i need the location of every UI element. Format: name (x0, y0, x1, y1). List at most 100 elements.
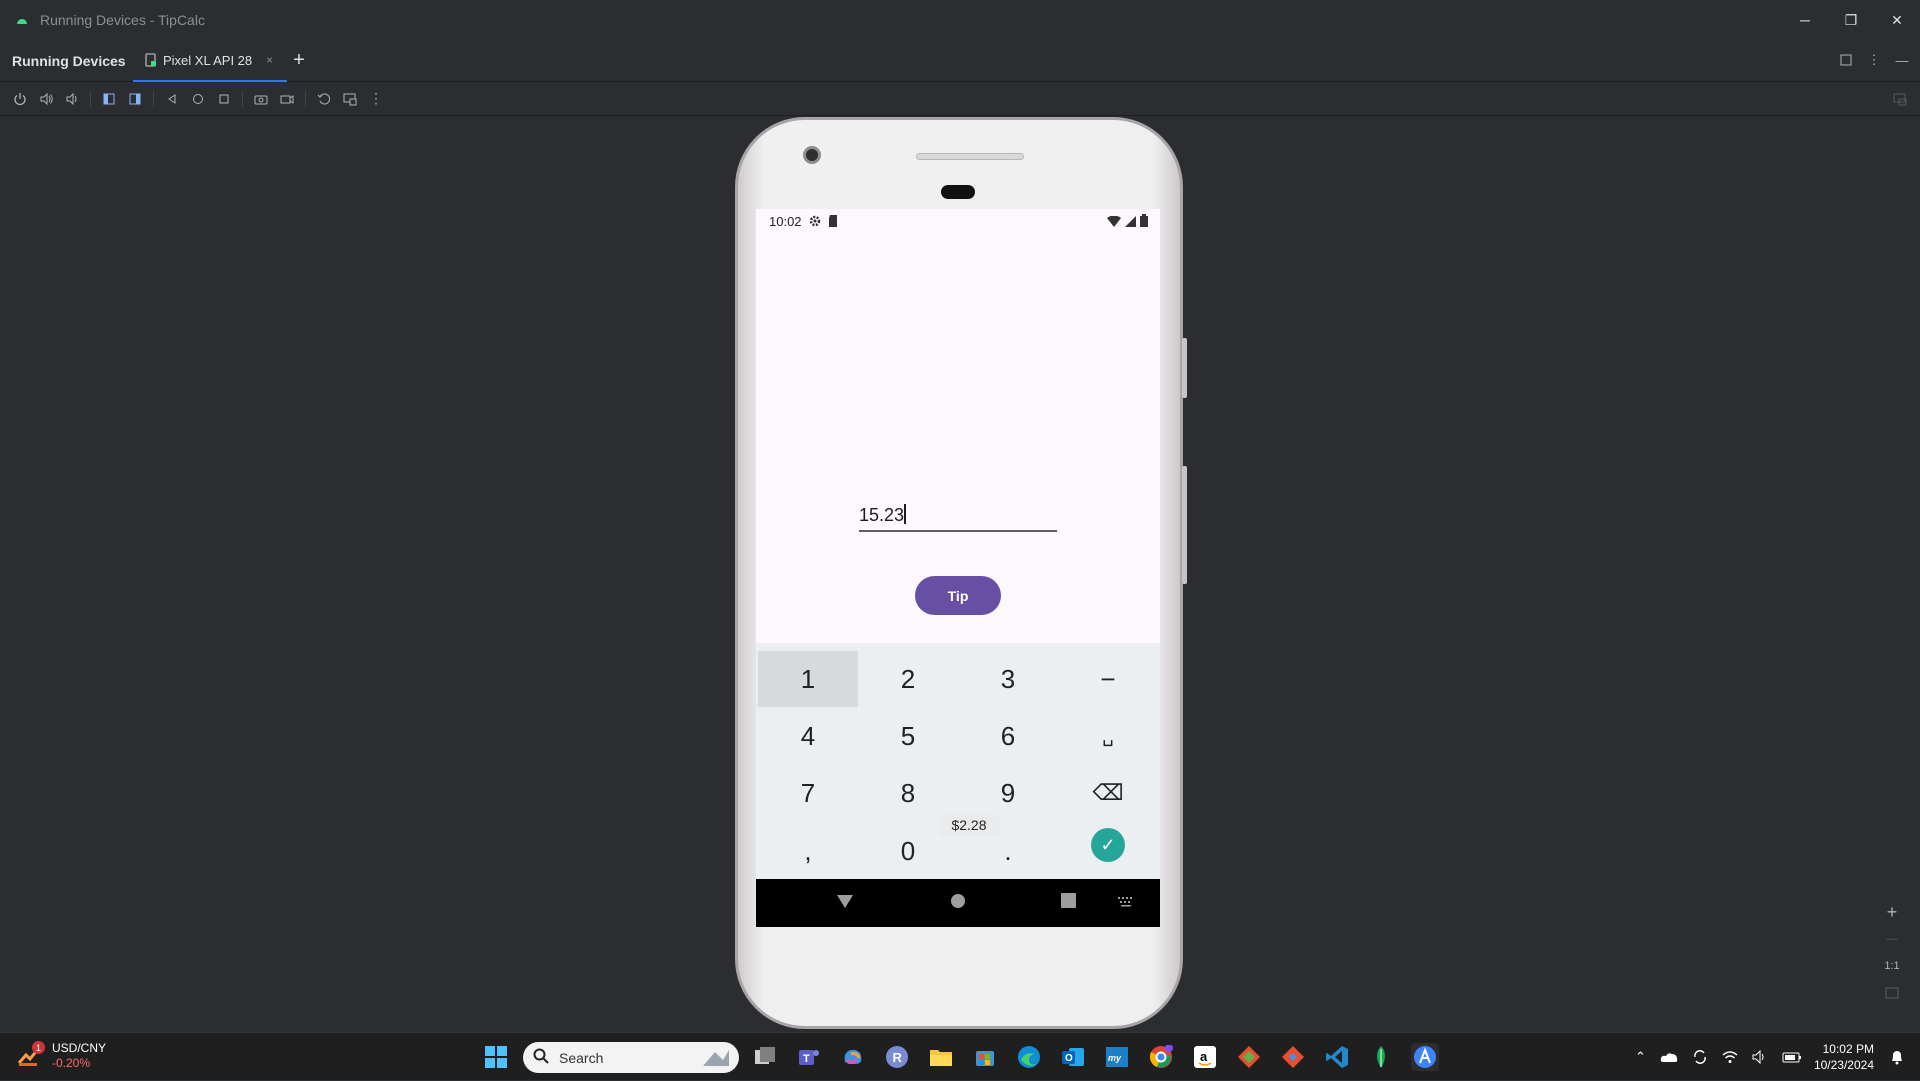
outlook-icon[interactable]: O (1059, 1043, 1087, 1071)
android-studio-icon (14, 12, 30, 28)
key-5[interactable]: 5 (858, 708, 958, 764)
screenshot-icon[interactable] (253, 91, 269, 107)
power-icon[interactable] (12, 91, 28, 107)
restore-button[interactable]: ❐ (1828, 0, 1874, 40)
r-app-icon[interactable]: R (883, 1043, 911, 1071)
minimize-button[interactable]: ─ (1782, 0, 1828, 40)
more-options-icon[interactable]: ⋮ (1866, 52, 1882, 68)
tab-label: Pixel XL API 28 (163, 52, 253, 68)
signal-icon (1125, 215, 1136, 230)
ticker: USD/CNY -0.20% (52, 1041, 106, 1071)
git-app-icon[interactable] (1235, 1043, 1263, 1071)
tab-device[interactable]: Pixel XL API 28 × (133, 40, 287, 82)
mirror-icon[interactable] (342, 91, 358, 107)
tab-close-icon[interactable]: × (266, 53, 273, 67)
actual-size-button[interactable]: 1:1 (1884, 957, 1899, 975)
rotate-right-icon[interactable] (127, 91, 143, 107)
key-minus[interactable]: − (1058, 651, 1158, 707)
wifi-tray-icon[interactable] (1722, 1050, 1738, 1064)
chrome-icon[interactable] (1147, 1043, 1175, 1071)
toolbar-separator (90, 90, 91, 107)
file-explorer-icon[interactable] (927, 1043, 955, 1071)
tool-window-actions: ⋮ — (1838, 52, 1910, 68)
show-hidden-icons-icon[interactable]: ⌃ (1635, 1049, 1646, 1065)
key-1[interactable]: 1 (758, 651, 858, 707)
more-actions-icon[interactable]: ⋮ (368, 90, 384, 107)
vscode-icon[interactable] (1323, 1043, 1351, 1071)
key-2[interactable]: 2 (858, 651, 958, 707)
tip-button[interactable]: Tip (915, 576, 1001, 615)
zoom-out-button[interactable]: — (1887, 930, 1898, 948)
status-bar: 10:02 (756, 209, 1160, 233)
bill-amount-input[interactable]: 15.23 (859, 500, 1057, 532)
key-backspace[interactable]: ⌫ (1058, 765, 1158, 821)
front-camera (803, 146, 821, 164)
snapshot-icon[interactable] (316, 91, 332, 107)
sensor (941, 185, 975, 199)
wifi-icon (1107, 215, 1121, 230)
device-screen[interactable]: 10:02 15.23 Tip 1 2 3 − 4 5 6 ␣ 7 8 9 ⌫ … (756, 209, 1160, 927)
tool-window-title: Running Devices (12, 52, 126, 69)
svg-text:T: T (803, 1053, 810, 1065)
key-4[interactable]: 4 (758, 708, 858, 764)
earpiece (916, 153, 1024, 160)
stocks-icon: 1 (16, 1041, 45, 1069)
taskbar-clock[interactable]: 10:02 PM 10/23/2024 (1814, 1041, 1874, 1073)
battery-icon (1140, 214, 1148, 230)
tool-window-header: Running Devices Pixel XL API 28 × + ⋮ — (0, 40, 1920, 82)
fit-screen-icon[interactable] (1885, 984, 1899, 1002)
copilot-icon[interactable] (839, 1043, 867, 1071)
sync-icon[interactable] (1692, 1049, 1708, 1065)
window-title: Running Devices - TipCalc (40, 12, 205, 28)
close-window-button[interactable]: ✕ (1874, 0, 1920, 40)
hide-icon[interactable]: — (1894, 52, 1910, 68)
edge-icon[interactable] (1015, 1043, 1043, 1071)
battery-tray-icon[interactable] (1782, 1051, 1802, 1063)
onedrive-icon[interactable] (1660, 1051, 1678, 1063)
nav-overview-icon[interactable] (1061, 893, 1076, 908)
key-7[interactable]: 7 (758, 765, 858, 821)
android-studio-taskbar-icon[interactable] (1411, 1043, 1439, 1071)
home-icon[interactable] (190, 91, 206, 107)
key-space[interactable]: ␣ (1058, 708, 1158, 764)
volume-tray-icon[interactable] (1752, 1050, 1768, 1064)
amazon-icon[interactable]: a (1191, 1043, 1219, 1071)
key-6[interactable]: 6 (958, 708, 1058, 764)
teams-icon[interactable]: T (795, 1043, 823, 1071)
search-icon (533, 1048, 549, 1067)
key-3[interactable]: 3 (958, 651, 1058, 707)
search-placeholder: Search (559, 1049, 604, 1066)
tip-result-toast: $2.28 (939, 814, 999, 836)
mongodb-compass-icon[interactable] (1367, 1043, 1395, 1071)
volume-down-icon[interactable] (64, 91, 80, 107)
svg-text:O: O (1065, 1053, 1073, 1064)
task-view-icon[interactable] (751, 1043, 779, 1071)
search-highlight-icon (701, 1046, 731, 1068)
key-done[interactable]: ✓ (1058, 817, 1158, 873)
nav-home-icon[interactable] (950, 893, 966, 909)
taskbar-search[interactable]: Search (523, 1042, 739, 1073)
key-9[interactable]: 9 (958, 765, 1058, 821)
zoom-in-button[interactable]: + (1887, 902, 1898, 922)
nav-keyboard-icon[interactable] (1118, 897, 1134, 907)
nav-back-icon[interactable] (836, 893, 854, 909)
start-button[interactable] (482, 1043, 510, 1071)
mysql-workbench-icon[interactable]: my (1103, 1043, 1131, 1071)
overview-icon[interactable] (216, 91, 232, 107)
git-gui-icon[interactable] (1279, 1043, 1307, 1071)
key-8[interactable]: 8 (858, 765, 958, 821)
expand-icon[interactable] (1838, 52, 1854, 68)
key-comma[interactable]: , (758, 823, 858, 879)
toolbar-separator (242, 90, 243, 107)
back-icon[interactable] (164, 91, 180, 107)
microsoft-store-icon[interactable] (971, 1043, 999, 1071)
notifications-bell-icon[interactable] (1890, 1049, 1904, 1065)
rotate-left-icon[interactable] (101, 91, 117, 107)
ticker-symbol: USD/CNY (52, 1041, 107, 1055)
volume-up-icon[interactable] (38, 91, 54, 107)
svg-text:my: my (1108, 1053, 1122, 1063)
screen-record-icon[interactable] (279, 91, 295, 107)
widgets-button[interactable]: 1 USD/CNY -0.20% (16, 1041, 106, 1071)
add-device-button[interactable]: + (289, 50, 309, 71)
device-frame-icon[interactable] (1892, 91, 1908, 107)
